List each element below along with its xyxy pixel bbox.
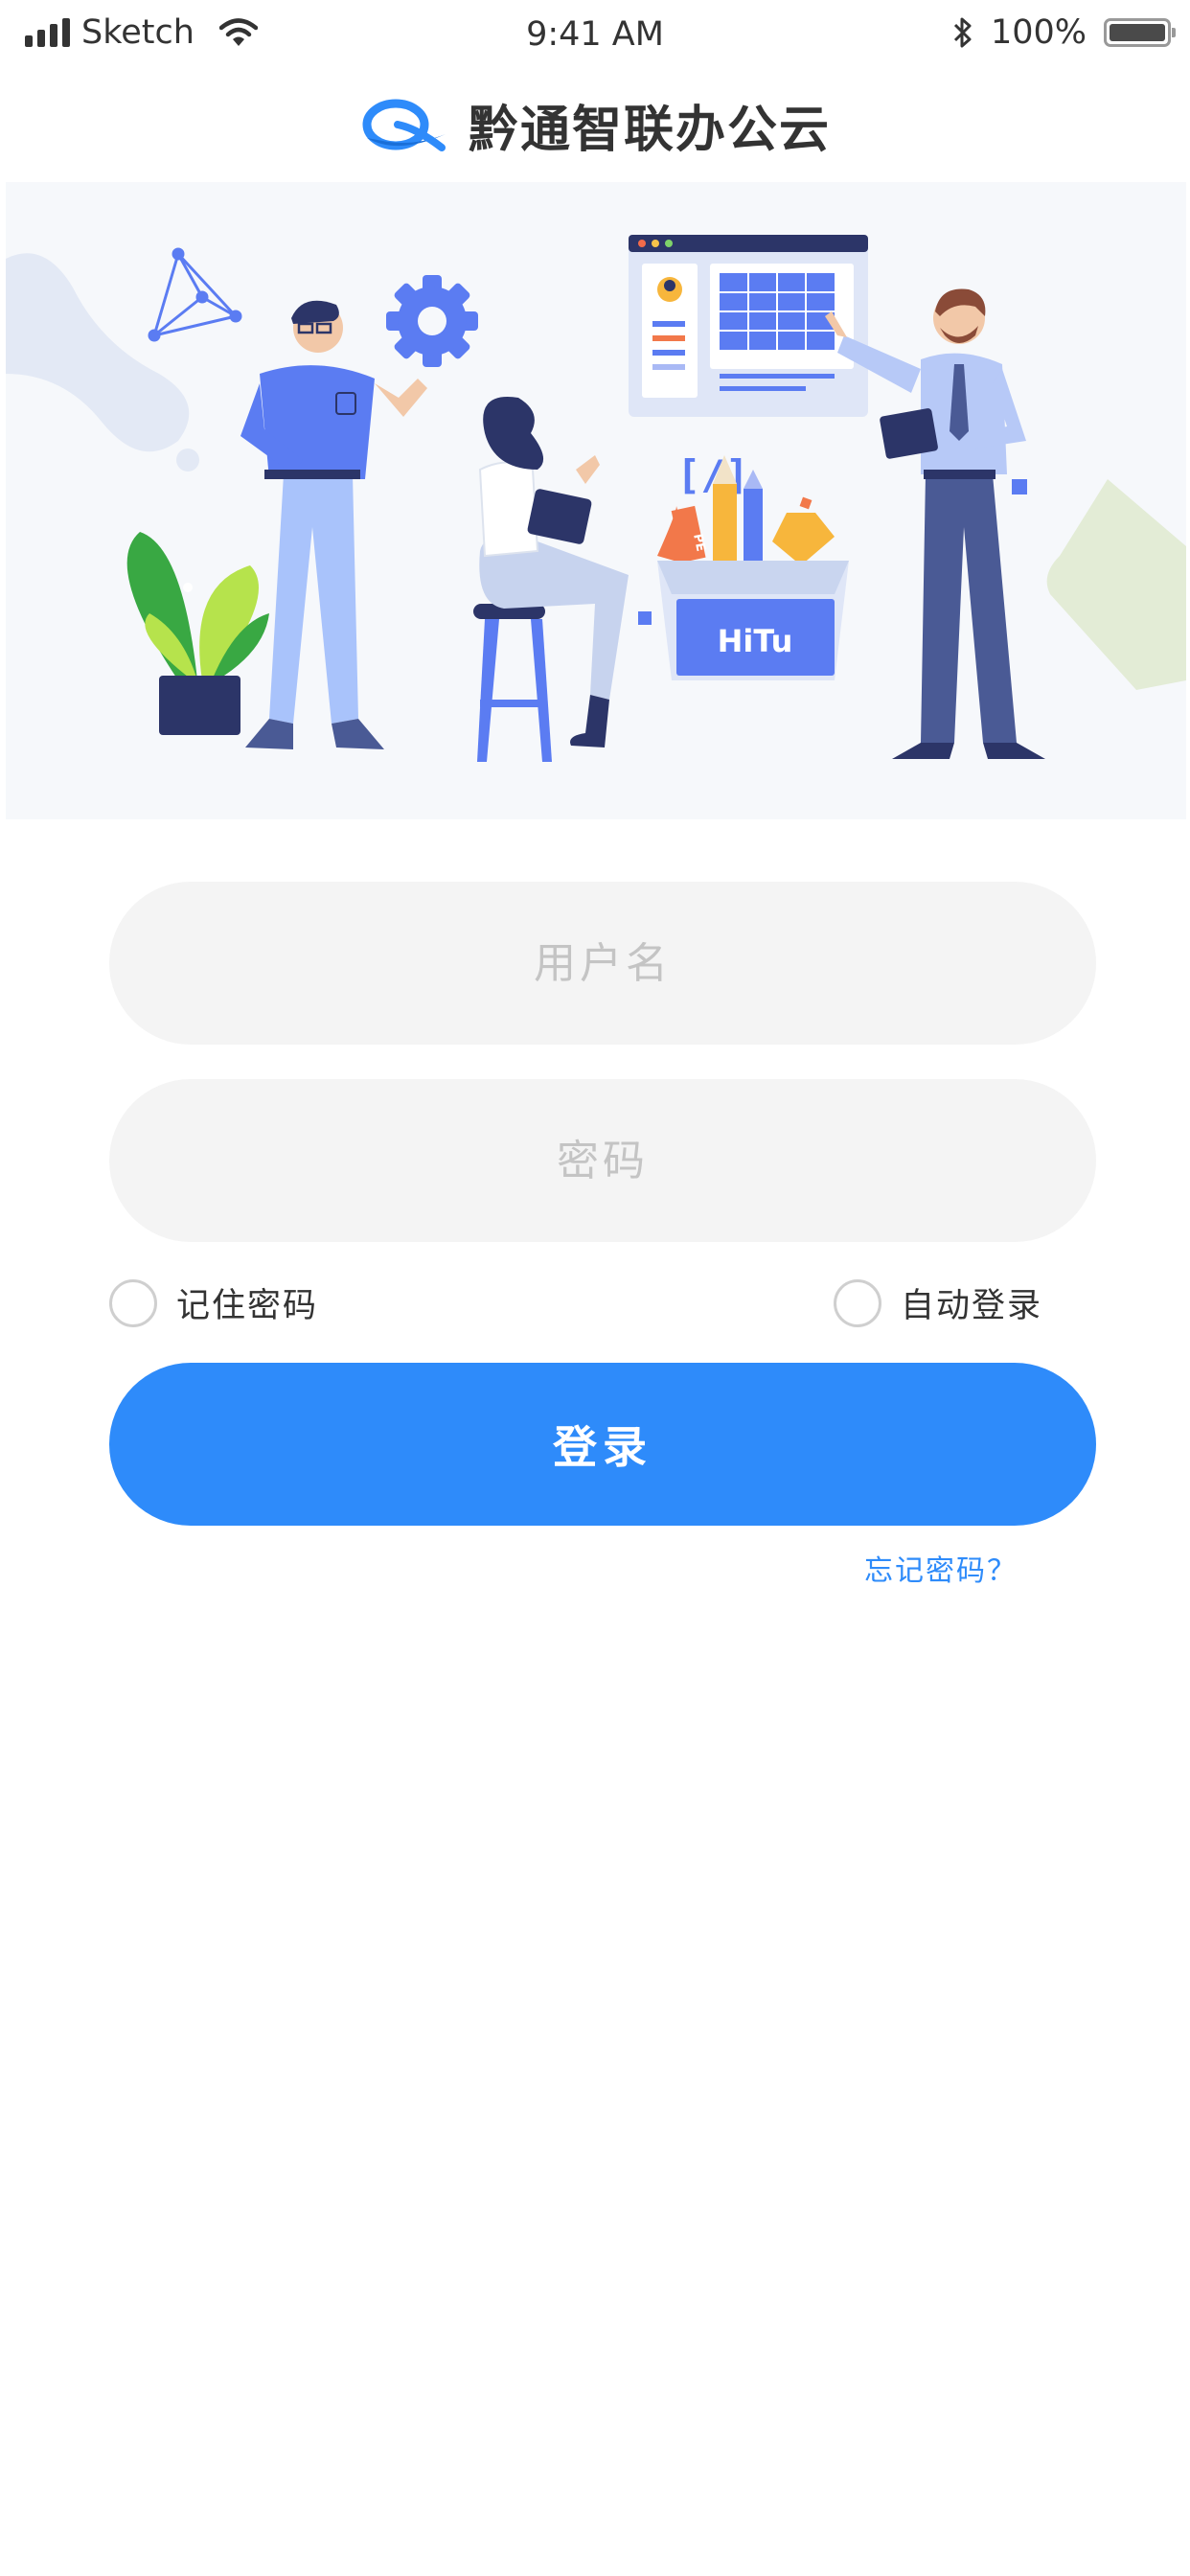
- art-box: PE HiTu: [638, 455, 849, 680]
- auto-login-label: 自动登录: [901, 1287, 1043, 1325]
- auto-login-option[interactable]: 自动登录: [834, 1278, 1042, 1327]
- gear-icon: [386, 275, 478, 367]
- man-figure-right: [825, 288, 1045, 759]
- bluetooth-icon: [953, 17, 972, 48]
- right-diamond-shape: [1046, 479, 1186, 690]
- remember-password-checkbox[interactable]: [109, 1278, 157, 1327]
- box-label: HiTu: [718, 623, 793, 659]
- app-header: 黔通智联办公云: [0, 80, 1190, 169]
- remember-password-option[interactable]: 记住密码: [109, 1278, 318, 1327]
- remember-password-label: 记住密码: [176, 1287, 319, 1325]
- forgot-password-link[interactable]: 忘记密码？: [864, 1547, 1018, 1589]
- password-input[interactable]: [109, 1079, 1096, 1242]
- status-bar: Sketch 9:41 AM 100%: [0, 0, 1190, 73]
- app-title: 黔通智联办公云: [468, 101, 831, 159]
- status-right: 100%: [952, 13, 1176, 52]
- man-figure-left: [240, 300, 427, 749]
- q-logo-icon: [362, 99, 446, 151]
- login-button[interactable]: 登录: [109, 1363, 1096, 1526]
- left-blob-shape: [6, 253, 190, 452]
- battery-icon: [1104, 18, 1176, 47]
- plant-illustration: [126, 532, 269, 735]
- username-input[interactable]: [109, 882, 1096, 1045]
- network-icon: [148, 247, 242, 342]
- woman-figure: [473, 397, 629, 762]
- auto-login-checkbox[interactable]: [834, 1278, 881, 1327]
- hero-illustration: [/] PE HiTu: [6, 182, 1186, 819]
- battery-percent: 100%: [990, 13, 1087, 52]
